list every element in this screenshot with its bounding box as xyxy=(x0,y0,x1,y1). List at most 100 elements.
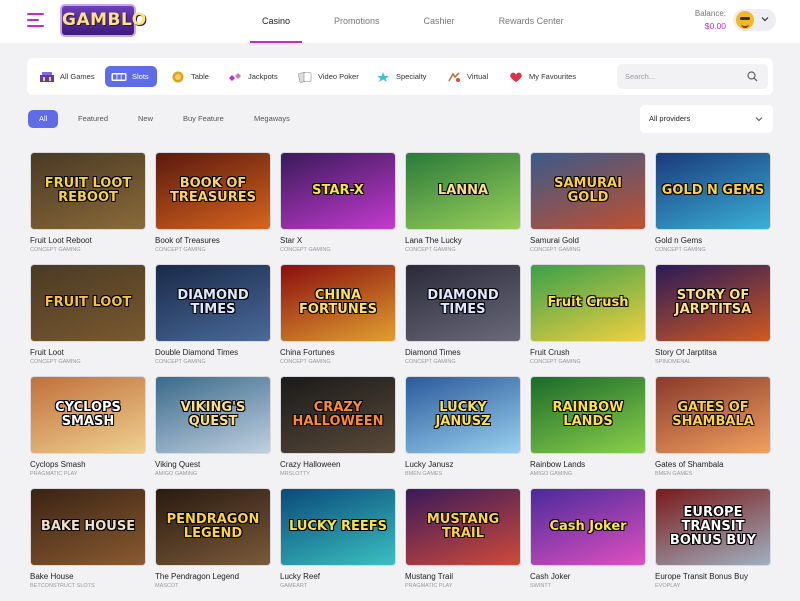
game-thumbnail[interactable]: VIKING'S QUEST xyxy=(155,376,271,454)
game-title[interactable]: Book of Treasures xyxy=(155,236,271,245)
game-title[interactable]: Star X xyxy=(280,236,396,245)
nav-promotions[interactable]: Promotions xyxy=(312,0,402,43)
hamburger-menu-icon[interactable] xyxy=(27,13,44,27)
game-thumbnail[interactable]: CRAZY HALLOWEEN xyxy=(280,376,396,454)
game-card[interactable]: CHINA FORTUNES China Fortunes CONCEPT GAMI… xyxy=(280,264,396,376)
gamblo-logo[interactable]: GAMBLO xyxy=(60,4,146,37)
nav-cashier[interactable]: Cashier xyxy=(402,0,477,43)
game-title[interactable]: Diamond Times xyxy=(405,348,521,357)
game-card[interactable]: VIKING'S QUEST Viking Quest AMIGO GAMING xyxy=(155,376,271,488)
category-table[interactable]: Table xyxy=(170,66,209,87)
filter-all[interactable]: All xyxy=(28,110,59,128)
filter-featured[interactable]: Featured xyxy=(70,110,116,128)
game-title[interactable]: Rainbow Lands xyxy=(530,460,646,469)
game-thumbnail[interactable]: GATES OF SHAMBALA xyxy=(655,376,771,454)
search-input[interactable] xyxy=(617,64,742,89)
category-virtual[interactable]: Virtual xyxy=(446,66,488,87)
game-card[interactable]: STORY OF JARPTITSA Story Of Jarptitsa SPIN… xyxy=(655,264,771,376)
game-title[interactable]: Fruit Loot xyxy=(30,348,146,357)
user-menu-button[interactable] xyxy=(733,9,776,31)
game-thumbnail[interactable]: FRUIT LOOT REBOOT xyxy=(30,152,146,230)
game-thumbnail[interactable]: GOLD N GEMS xyxy=(655,152,771,230)
game-card[interactable]: BAKE HOUSE Bake House BETCONSTRUCT SLOTS xyxy=(30,488,146,600)
game-thumbnail[interactable]: SAMURAI GOLD xyxy=(530,152,646,230)
game-card[interactable]: LANNA Lana The Lucky CONCEPT GAMING xyxy=(405,152,521,264)
game-card[interactable]: FRUIT LOOT Fruit Loot CONCEPT GAMING xyxy=(30,264,146,376)
game-card[interactable]: LUCKY JANUSZ Lucky Janusz BMEN GAMES xyxy=(405,376,521,488)
category-my-favourites[interactable]: My Favourites xyxy=(508,66,576,87)
game-title[interactable]: Gates of Shambala xyxy=(655,460,771,469)
game-art-title: GATES OF SHAMBALA xyxy=(672,400,754,429)
game-title[interactable]: Fruit Crush xyxy=(530,348,646,357)
game-card[interactable]: DIAMOND TIMES Double Diamond Times CONCEPT… xyxy=(155,264,271,376)
game-thumbnail[interactable]: RAINBOW LANDS xyxy=(530,376,646,454)
category-jackpots[interactable]: Jackpots xyxy=(227,66,278,87)
game-title[interactable]: The Pendragon Legend xyxy=(155,572,271,581)
search-icon[interactable] xyxy=(747,71,758,82)
game-title[interactable]: Cyclops Smash xyxy=(30,460,146,469)
game-card[interactable]: GOLD N GEMS Gold n Gems CONCEPT GAMING xyxy=(655,152,771,264)
game-thumbnail[interactable]: CYCLOPS SMASH xyxy=(30,376,146,454)
game-title[interactable]: Fruit Loot Reboot xyxy=(30,236,146,245)
game-thumbnail[interactable]: Fruit Crush xyxy=(530,264,646,342)
game-thumbnail[interactable]: MUSTANG TRAIL xyxy=(405,488,521,566)
game-card[interactable]: PENDRAGON LEGEND The Pendragon Legend MASC… xyxy=(155,488,271,600)
game-title[interactable]: Lana The Lucky xyxy=(405,236,521,245)
game-thumbnail[interactable]: EUROPE TRANSIT BONUS BUY xyxy=(655,488,771,566)
game-card[interactable]: EUROPE TRANSIT BONUS BUY Europe Transit B… xyxy=(655,488,771,600)
category-all-games[interactable]: All Games xyxy=(39,66,95,87)
game-title[interactable]: Europe Transit Bonus Buy xyxy=(655,572,771,581)
game-card[interactable]: DIAMOND TIMES Diamond Times CONCEPT GAMING xyxy=(405,264,521,376)
game-thumbnail[interactable]: Cash Joker xyxy=(530,488,646,566)
game-thumbnail[interactable]: BOOK OF TREASURES xyxy=(155,152,271,230)
game-provider: CONCEPT GAMING xyxy=(155,247,206,253)
game-title[interactable]: Cash Joker xyxy=(530,572,646,581)
game-card[interactable]: CRAZY HALLOWEEN Crazy Halloween MRSLOTTY xyxy=(280,376,396,488)
game-thumbnail[interactable]: LANNA xyxy=(405,152,521,230)
game-card[interactable]: MUSTANG TRAIL Mustang Trail PRAGMATIC PLAY xyxy=(405,488,521,600)
game-thumbnail[interactable]: STAR-X xyxy=(280,152,396,230)
filter-megaways[interactable]: Megaways xyxy=(246,110,298,128)
game-card[interactable]: STAR-X Star X CONCEPT GAMING xyxy=(280,152,396,264)
game-thumbnail[interactable]: BAKE HOUSE xyxy=(30,488,146,566)
game-thumbnail[interactable]: DIAMOND TIMES xyxy=(155,264,271,342)
game-title[interactable]: China Fortunes xyxy=(280,348,396,357)
game-title[interactable]: Crazy Halloween xyxy=(280,460,396,469)
filter-buy-feature[interactable]: Buy Feature xyxy=(175,110,232,128)
game-card[interactable]: GATES OF SHAMBALA Gates of Shambala BMEN G… xyxy=(655,376,771,488)
game-art-title: RAINBOW LANDS xyxy=(552,400,624,429)
providers-select[interactable]: All providers xyxy=(640,105,773,133)
game-title[interactable]: Double Diamond Times xyxy=(155,348,271,357)
nav-rewards-center[interactable]: Rewards Center xyxy=(477,0,586,43)
game-card[interactable]: Cash Joker Cash Joker SWINTT xyxy=(530,488,646,600)
game-card[interactable]: Fruit Crush Fruit Crush CONCEPT GAMING xyxy=(530,264,646,376)
game-thumbnail[interactable]: DIAMOND TIMES xyxy=(405,264,521,342)
game-thumbnail[interactable]: FRUIT LOOT xyxy=(30,264,146,342)
game-thumbnail[interactable]: STORY OF JARPTITSA xyxy=(655,264,771,342)
game-thumbnail[interactable]: LUCKY REEFS xyxy=(280,488,396,566)
game-card[interactable]: SAMURAI GOLD Samurai Gold CONCEPT GAMING xyxy=(530,152,646,264)
game-thumbnail[interactable]: LUCKY JANUSZ xyxy=(405,376,521,454)
game-title[interactable]: Lucky Janusz xyxy=(405,460,521,469)
game-card[interactable]: CYCLOPS SMASH Cyclops Smash PRAGMATIC PLAY xyxy=(30,376,146,488)
game-card[interactable]: RAINBOW LANDS Rainbow Lands AMIGO GAMING xyxy=(530,376,646,488)
game-title[interactable]: Story Of Jarptitsa xyxy=(655,348,771,357)
game-title[interactable]: Gold n Gems xyxy=(655,236,771,245)
game-title[interactable]: Viking Quest xyxy=(155,460,271,469)
category-specialty[interactable]: Specialty xyxy=(375,66,426,87)
game-title[interactable]: Mustang Trail xyxy=(405,572,521,581)
category-video-poker[interactable]: Video Poker xyxy=(297,66,359,87)
balance-value[interactable]: $0.00 xyxy=(680,21,726,31)
game-art-title: LUCKY REEFS xyxy=(289,519,387,534)
game-title[interactable]: Lucky Reef xyxy=(280,572,396,581)
game-title[interactable]: Bake House xyxy=(30,572,146,581)
game-card[interactable]: FRUIT LOOT REBOOT Fruit Loot Reboot CONCEP… xyxy=(30,152,146,264)
game-card[interactable]: BOOK OF TREASURES Book of Treasures CONCEP… xyxy=(155,152,271,264)
game-thumbnail[interactable]: CHINA FORTUNES xyxy=(280,264,396,342)
category-slots[interactable]: Slots xyxy=(105,66,157,87)
game-thumbnail[interactable]: PENDRAGON LEGEND xyxy=(155,488,271,566)
game-title[interactable]: Samurai Gold xyxy=(530,236,646,245)
game-card[interactable]: LUCKY REEFS Lucky Reef GAMEART xyxy=(280,488,396,600)
nav-casino[interactable]: Casino xyxy=(240,0,312,43)
filter-new[interactable]: New xyxy=(130,110,161,128)
